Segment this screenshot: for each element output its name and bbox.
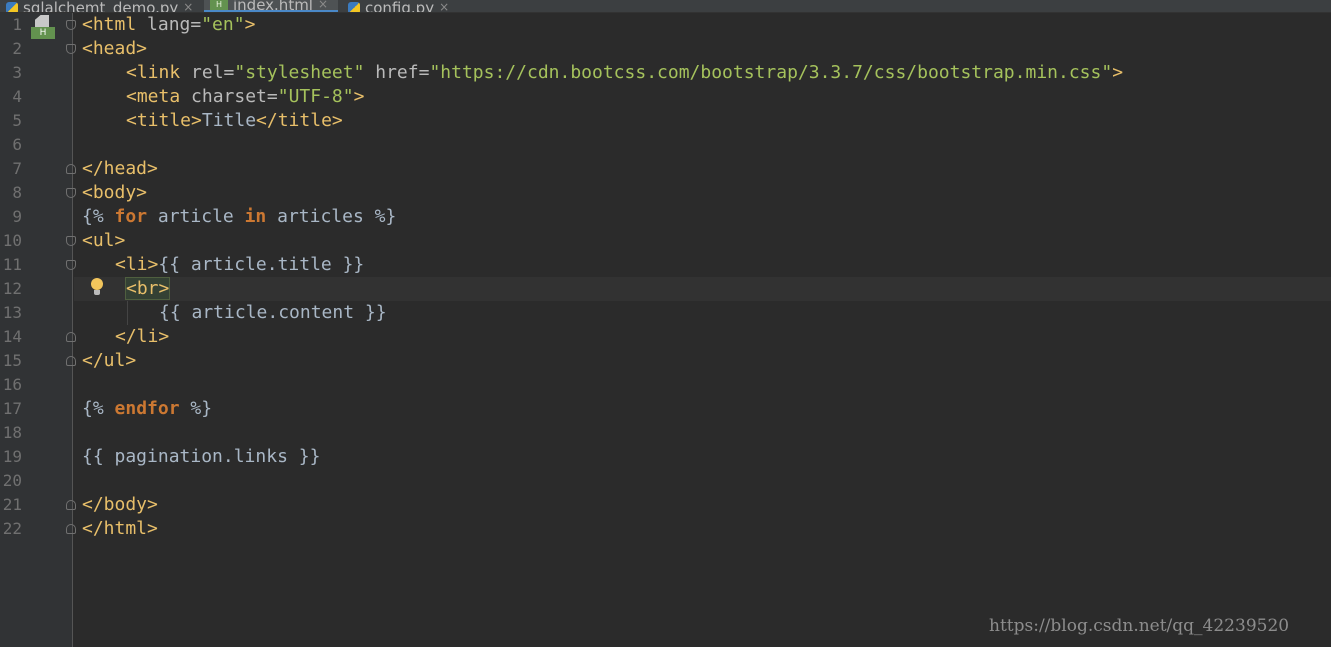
line-number: 5	[12, 111, 22, 130]
fold-icon[interactable]	[66, 356, 76, 366]
document-icon	[35, 15, 49, 27]
tab-index-html[interactable]: H index.html ×	[204, 0, 338, 13]
line-number: 9	[12, 207, 22, 226]
python-file-icon	[6, 2, 18, 12]
code-line[interactable]: <ul>	[82, 229, 125, 253]
indent-guide	[127, 301, 128, 325]
tab-config-py[interactable]: config.py ×	[342, 0, 464, 13]
close-icon[interactable]: ×	[183, 0, 193, 12]
line-number: 13	[2, 303, 22, 322]
editor-tab-bar: sqlalchemt_demo.py × H index.html × conf…	[0, 0, 1331, 13]
fold-icon[interactable]	[66, 236, 76, 246]
line-number: 12	[2, 279, 22, 298]
code-line[interactable]: {{ article.content }}	[159, 301, 387, 325]
line-number: 22	[2, 519, 22, 538]
lightbulb-icon[interactable]	[90, 278, 104, 298]
fold-icon[interactable]	[66, 164, 76, 174]
code-line[interactable]: <title>Title</title>	[126, 109, 343, 133]
code-line[interactable]: </li>	[115, 325, 169, 349]
code-line[interactable]: </html>	[82, 517, 158, 541]
fold-icon[interactable]	[66, 188, 76, 198]
fold-icon[interactable]	[66, 524, 76, 534]
close-icon[interactable]: ×	[318, 0, 328, 10]
line-number: 4	[12, 87, 22, 106]
python-file-icon	[348, 2, 360, 12]
code-line[interactable]: <link rel="stylesheet" href="https://cdn…	[126, 61, 1123, 85]
line-number: 16	[2, 375, 22, 394]
line-number: 14	[2, 327, 22, 346]
line-number: 6	[12, 135, 22, 154]
fold-icon[interactable]	[66, 500, 76, 510]
code-line-current[interactable]: <br>	[124, 277, 171, 301]
html-file-icon: H	[210, 0, 228, 10]
line-number: 19	[2, 447, 22, 466]
code-line[interactable]: <head>	[82, 37, 147, 61]
line-number: 11	[2, 255, 22, 274]
line-number: 17	[2, 399, 22, 418]
line-number: 21	[2, 495, 22, 514]
code-line[interactable]: </ul>	[82, 349, 136, 373]
line-number: 2	[12, 39, 22, 58]
line-number: 8	[12, 183, 22, 202]
line-number: 1	[12, 15, 22, 34]
tab-label: sqlalchemt_demo.py	[23, 0, 179, 13]
tab-label: index.html	[233, 0, 313, 13]
watermark: https://blog.csdn.net/qq_42239520	[989, 616, 1290, 636]
line-number: 10	[2, 231, 22, 250]
fold-icon[interactable]	[66, 20, 76, 30]
html-file-marker-icon: H	[31, 15, 55, 39]
tab-label: config.py	[365, 0, 435, 13]
code-line[interactable]: <html lang="en">	[82, 13, 255, 37]
line-number: 18	[2, 423, 22, 442]
line-number: 20	[2, 471, 22, 490]
html-file-icon: H	[31, 27, 55, 39]
close-icon[interactable]: ×	[439, 0, 449, 12]
tab-sqlalchemt-demo[interactable]: sqlalchemt_demo.py ×	[0, 0, 203, 13]
line-number: 15	[2, 351, 22, 370]
line-number: 3	[12, 63, 22, 82]
code-line[interactable]: <meta charset="UTF-8">	[126, 85, 364, 109]
code-line[interactable]: <li>{{ article.title }}	[115, 253, 364, 277]
code-line[interactable]: {{ pagination.links }}	[82, 445, 320, 469]
fold-icon[interactable]	[66, 260, 76, 270]
line-number: 7	[12, 159, 22, 178]
code-line[interactable]: </head>	[82, 157, 158, 181]
code-line[interactable]: </body>	[82, 493, 158, 517]
fold-icon[interactable]	[66, 332, 76, 342]
code-line[interactable]: {% for article in articles %}	[82, 205, 396, 229]
current-line-highlight	[74, 277, 1331, 301]
code-line[interactable]: {% endfor %}	[82, 397, 212, 421]
code-line[interactable]: <body>	[82, 181, 147, 205]
fold-icon[interactable]	[66, 44, 76, 54]
